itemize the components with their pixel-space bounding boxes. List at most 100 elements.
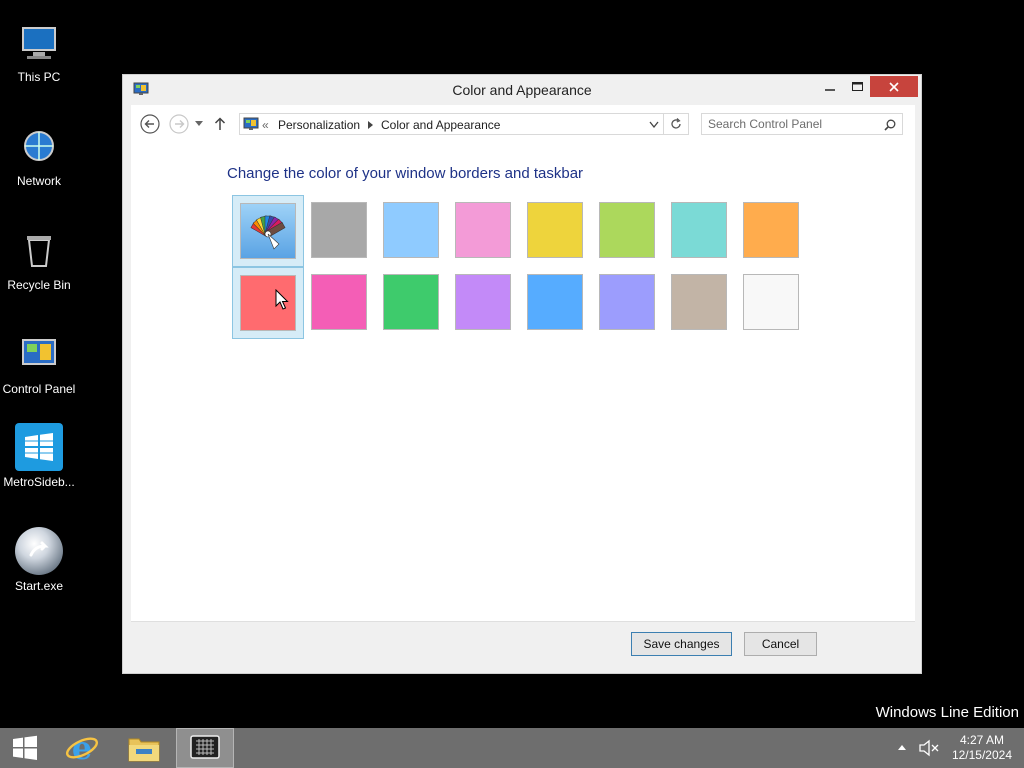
forward-button[interactable] (168, 113, 190, 135)
color-swatch-periwinkle[interactable] (592, 267, 664, 339)
chevron-down-icon (195, 121, 203, 126)
content-pane: Change the color of your window borders … (131, 143, 915, 621)
swatch-fill (455, 274, 511, 330)
color-swatch-automatic[interactable] (232, 195, 304, 267)
navigation-bar: « Personalization Color and Appearance (131, 105, 915, 143)
back-button[interactable] (139, 113, 161, 135)
up-arrow-icon (214, 117, 226, 130)
desktop-icon-start-exe[interactable]: Start.exe (0, 527, 78, 593)
search-icon[interactable] (884, 119, 896, 131)
back-arrow-icon (140, 114, 160, 134)
title-bar[interactable]: Color and Appearance (123, 75, 921, 105)
swatch-fill (240, 203, 296, 259)
color-swatch-teal[interactable] (664, 195, 736, 267)
minimize-button[interactable] (817, 76, 843, 97)
start-button[interactable] (0, 728, 50, 768)
desktop-icon-label: Control Panel (2, 382, 76, 396)
recycle-bin-icon (15, 226, 63, 274)
breadcrumb-chevron-icon (368, 121, 373, 129)
search-box[interactable] (701, 113, 903, 135)
breadcrumb-color-and-appearance[interactable]: Color and Appearance (381, 118, 500, 132)
this-pc-icon (15, 18, 63, 66)
file-explorer-icon (128, 738, 160, 762)
color-swatch-purple[interactable] (448, 267, 520, 339)
clock-date: 12/15/2024 (951, 748, 1012, 762)
color-swatch-gray[interactable] (304, 195, 376, 267)
desktop-icon-this-pc[interactable]: This PC (0, 18, 78, 84)
color-palette-icon (250, 215, 286, 250)
search-input[interactable] (708, 116, 878, 132)
breadcrumb-overflow[interactable]: « (262, 118, 269, 132)
color-swatch-light-blue[interactable] (376, 195, 448, 267)
control-panel-location-icon (243, 117, 259, 130)
volume-muted-icon (919, 739, 939, 757)
close-icon (889, 81, 899, 92)
address-dropdown-icon[interactable] (649, 121, 659, 129)
volume-button[interactable] (918, 728, 944, 768)
color-swatch-taupe[interactable] (664, 267, 736, 339)
swatch-fill (599, 274, 655, 330)
address-bar[interactable]: « Personalization Color and Appearance (239, 113, 689, 135)
desktop-icon-recycle-bin[interactable]: Recycle Bin (0, 226, 78, 292)
breadcrumb-personalization[interactable]: Personalization (278, 118, 360, 132)
desktop-icon-label: MetroSideb... (3, 475, 75, 489)
control-panel-taskbar-icon (190, 735, 220, 759)
color-swatch-blue[interactable] (520, 267, 592, 339)
cancel-button[interactable]: Cancel (744, 632, 817, 656)
desktop-icon-label: Recycle Bin (7, 278, 71, 292)
maximize-icon (851, 81, 863, 91)
recent-locations-button[interactable] (192, 113, 206, 135)
save-changes-button[interactable]: Save changes (631, 632, 732, 656)
system-clock[interactable]: 4:27 AM 12/15/2024 (952, 733, 1012, 763)
window-title: Color and Appearance (452, 82, 592, 98)
color-swatch-pink[interactable] (448, 195, 520, 267)
color-swatch-green[interactable] (376, 267, 448, 339)
desktop-icon-control-panel[interactable]: Control Panel (0, 330, 78, 396)
taskbar-control-panel[interactable] (176, 728, 234, 768)
internet-explorer-icon: e (66, 731, 98, 765)
swatch-fill (527, 274, 583, 330)
color-swatch-lime[interactable] (592, 195, 664, 267)
color-swatch-yellow[interactable] (520, 195, 592, 267)
swatch-fill (455, 202, 511, 258)
color-swatch-magenta[interactable] (304, 267, 376, 339)
close-button[interactable] (870, 76, 918, 97)
color-and-appearance-window: Color and Appearance « Personalization C… (122, 74, 922, 674)
svg-text:e: e (72, 731, 92, 765)
desktop-icon-metro-sidebar[interactable]: MetroSideb... (0, 423, 78, 489)
swatch-fill (527, 202, 583, 258)
up-button[interactable] (211, 113, 229, 135)
swatch-fill (671, 274, 727, 330)
taskbar-internet-explorer[interactable]: e (54, 728, 110, 768)
tray-up-arrow-icon (898, 745, 906, 750)
clock-time: 4:27 AM (959, 733, 1004, 747)
swatch-fill (743, 274, 799, 330)
taskbar-file-explorer[interactable] (116, 728, 172, 768)
desktop-icon-label: Start.exe (14, 579, 64, 593)
maximize-button[interactable] (844, 76, 870, 97)
color-swatch-orange[interactable] (736, 195, 808, 267)
swatch-fill (383, 274, 439, 330)
control-panel-icon (15, 330, 63, 378)
color-swatch-white[interactable] (736, 267, 808, 339)
page-heading: Change the color of your window borders … (227, 165, 584, 182)
button-bar: Save changes Cancel (131, 621, 915, 667)
minimize-icon (825, 88, 835, 91)
color-swatch-red[interactable] (232, 267, 304, 339)
swatch-fill (311, 274, 367, 330)
swatch-fill (743, 202, 799, 258)
desktop-icon-label: This PC (17, 70, 61, 84)
refresh-icon[interactable] (670, 118, 682, 130)
show-hidden-icons-button[interactable] (898, 728, 914, 768)
swatch-fill (671, 202, 727, 258)
metro-sidebar-icon (15, 423, 63, 471)
forward-arrow-icon (169, 114, 189, 134)
start-icon (13, 735, 37, 760)
taskbar: e 4:27 AM 12/15/2024 (0, 728, 1024, 768)
edition-watermark: Windows Line Edition (875, 704, 1019, 721)
start-exe-icon (15, 527, 63, 575)
swatch-fill (599, 202, 655, 258)
mouse-cursor-icon (275, 289, 289, 310)
swatch-fill (383, 202, 439, 258)
desktop-icon-network[interactable]: Network (0, 122, 78, 188)
